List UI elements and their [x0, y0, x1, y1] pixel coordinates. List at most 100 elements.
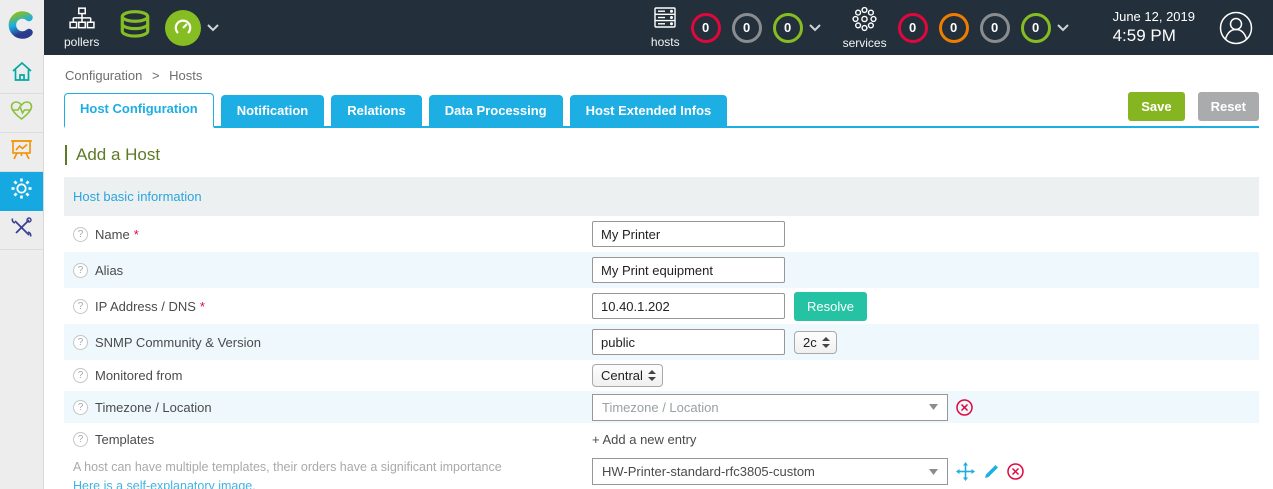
help-icon[interactable]: ? — [73, 399, 88, 415]
services-chevron-down-icon[interactable] — [1056, 23, 1069, 32]
add-template-entry-link[interactable]: + Add a new entry — [592, 432, 696, 447]
snmp-label: SNMP Community & Version — [95, 334, 261, 350]
form-row-templates: ? Templates A host can have multiple tem… — [64, 423, 1259, 489]
pollers-menu[interactable]: pollers — [64, 6, 100, 49]
help-icon[interactable]: ? — [73, 226, 88, 242]
chart-board-icon — [9, 138, 34, 167]
template-delete-button[interactable] — [1007, 463, 1024, 480]
sidebar-item-monitoring[interactable] — [0, 94, 43, 133]
help-icon[interactable]: ? — [73, 432, 88, 447]
hosts-status-group: hosts 0 0 0 — [651, 6, 827, 49]
hosts-down-badge[interactable]: 0 — [690, 12, 721, 43]
name-input[interactable] — [592, 221, 785, 247]
heart-pulse-icon — [9, 99, 34, 128]
database-status[interactable] — [117, 8, 153, 47]
monitored-from-value: Central — [601, 368, 643, 383]
ip-label: IP Address / DNS — [95, 298, 196, 314]
dropdown-arrow-icon — [929, 468, 938, 475]
breadcrumb: Configuration > Hosts — [64, 55, 1259, 92]
pollers-label: pollers — [64, 34, 100, 49]
hosts-chevron-down-icon[interactable] — [808, 23, 821, 32]
poller-chevron-down-icon[interactable] — [207, 23, 220, 32]
clock: June 12, 2019 4:59 PM — [1113, 9, 1195, 46]
save-button[interactable]: Save — [1128, 92, 1185, 121]
template-move-button[interactable] — [956, 462, 975, 481]
timezone-placeholder: Timezone / Location — [602, 399, 719, 415]
dropdown-arrow-icon — [929, 404, 938, 410]
platform-status[interactable] — [165, 9, 202, 46]
tab-data-processing[interactable]: Data Processing — [428, 95, 563, 126]
timezone-select[interactable]: Timezone / Location — [592, 393, 948, 421]
hosts-up-badge[interactable]: 0 — [772, 12, 803, 43]
form-row-snmp: ? SNMP Community & Version 2c — [64, 324, 1259, 360]
main-content: Configuration > Hosts Host Configuration… — [45, 55, 1273, 489]
alias-input[interactable] — [592, 257, 785, 283]
breadcrumb-separator: > — [151, 68, 160, 83]
snmp-community-input[interactable] — [592, 329, 785, 355]
required-marker: * — [199, 298, 205, 314]
hosts-icon — [652, 6, 678, 34]
sidebar-item-reporting[interactable] — [0, 133, 43, 172]
template-selected-value: HW-Printer-standard-rfc3805-custom — [602, 464, 815, 479]
hosts-label: hosts — [650, 35, 680, 49]
templates-example-link[interactable]: Here is a self-explanatory image. — [73, 479, 256, 489]
tab-notification[interactable]: Notification — [220, 95, 325, 126]
sidebar-item-administration[interactable] — [0, 211, 43, 250]
poller-status-group: pollers — [64, 6, 225, 49]
centreon-logo[interactable] — [0, 0, 44, 55]
user-menu[interactable] — [1219, 11, 1253, 45]
help-icon[interactable]: ? — [73, 298, 88, 314]
timezone-clear-button[interactable] — [956, 398, 973, 416]
database-icon — [117, 8, 153, 47]
services-ok-badge[interactable]: 0 — [1020, 12, 1051, 43]
delete-circle-icon — [1007, 463, 1024, 480]
tools-icon — [9, 215, 34, 245]
form-row-name: ? Name * — [64, 216, 1259, 252]
tab-host-extended-infos[interactable]: Host Extended Infos — [569, 95, 728, 126]
hosts-menu[interactable]: hosts — [651, 6, 680, 49]
templates-help-text: A host can have multiple templates, thei… — [73, 460, 502, 474]
tab-relations[interactable]: Relations — [331, 95, 422, 126]
breadcrumb-hosts[interactable]: Hosts — [169, 68, 202, 83]
page-title: Add a Host — [65, 145, 1259, 165]
breadcrumb-configuration[interactable]: Configuration — [65, 68, 142, 83]
current-date: June 12, 2019 — [1112, 9, 1195, 24]
topbar: pollers hosts 0 0 0 services 0 0 0 0 Jun… — [0, 0, 1273, 55]
templates-label: Templates — [95, 432, 155, 447]
form-row-alias: ? Alias — [64, 252, 1259, 288]
hosts-unreachable-badge[interactable]: 0 — [731, 12, 762, 43]
resolve-button[interactable]: Resolve — [794, 291, 867, 321]
pencil-icon — [985, 464, 998, 478]
sidebar-item-home[interactable] — [0, 55, 43, 94]
monitored-from-select[interactable]: Central — [592, 364, 663, 387]
help-icon[interactable]: ? — [73, 262, 88, 278]
select-arrows-icon — [647, 370, 656, 381]
services-warning-badge[interactable]: 0 — [938, 12, 969, 43]
services-menu[interactable]: services — [843, 6, 887, 50]
form-actions: Save Reset — [1128, 92, 1259, 126]
timezone-label: Timezone / Location — [95, 399, 212, 415]
tab-host-configuration[interactable]: Host Configuration — [64, 93, 214, 128]
template-edit-button[interactable] — [983, 464, 999, 480]
ip-input[interactable] — [592, 293, 785, 319]
move-icon — [956, 462, 975, 481]
services-label: services — [842, 35, 887, 50]
services-unknown-badge[interactable]: 0 — [979, 12, 1010, 43]
home-icon — [10, 60, 34, 89]
select-arrows-icon — [821, 336, 830, 348]
centreon-app: pollers hosts 0 0 0 services 0 0 0 0 Jun… — [0, 0, 1273, 489]
centreon-logo-icon — [8, 11, 36, 44]
help-icon[interactable]: ? — [73, 334, 88, 350]
template-select[interactable]: HW-Printer-standard-rfc3805-custom — [592, 458, 948, 485]
sidebar-item-configuration[interactable] — [0, 172, 43, 211]
help-icon[interactable]: ? — [73, 368, 88, 383]
reset-button[interactable]: Reset — [1197, 92, 1259, 121]
gauge-icon — [165, 9, 202, 46]
snmp-version-select[interactable]: 2c — [794, 330, 837, 354]
services-critical-badge[interactable]: 0 — [897, 12, 928, 43]
gear-icon — [9, 176, 34, 206]
sidebar — [0, 55, 44, 489]
required-marker: * — [133, 226, 139, 242]
form-row-ip: ? IP Address / DNS * Resolve — [64, 288, 1259, 324]
current-time: 4:59 PM — [1112, 26, 1176, 45]
